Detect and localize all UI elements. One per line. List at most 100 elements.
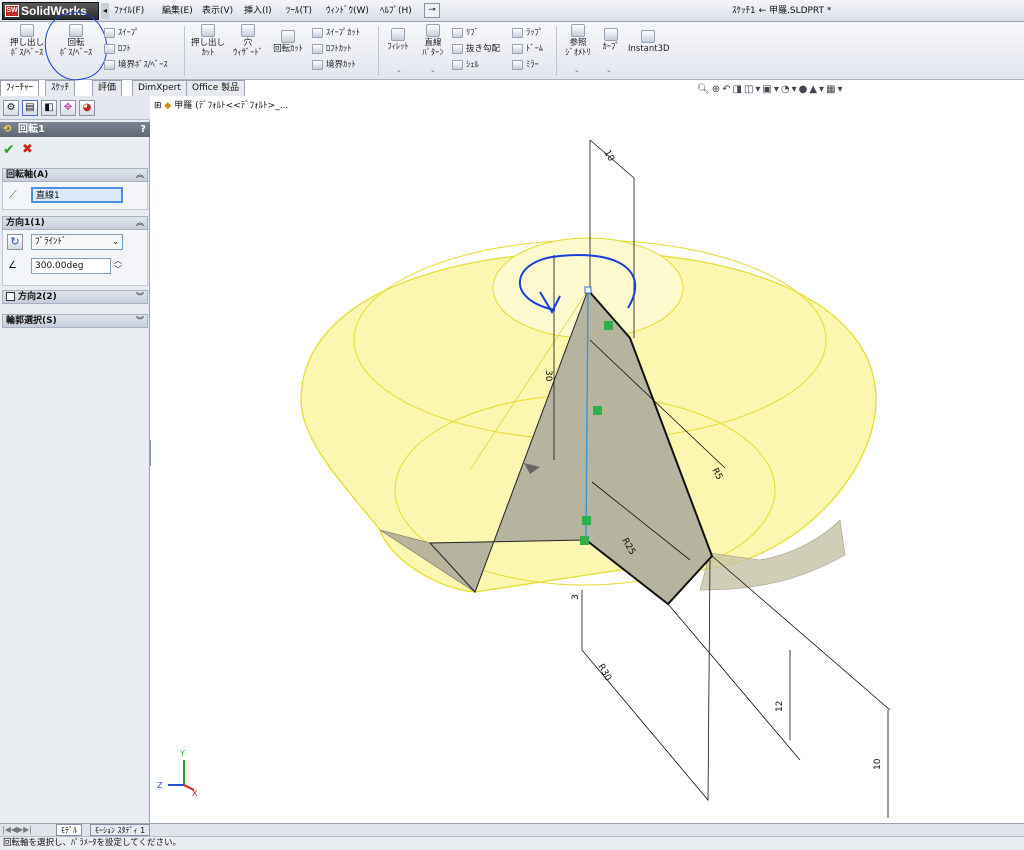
status-bar: 回転軸を選択し、ﾊﾟﾗﾒｰﾀを設定してください。: [0, 836, 1024, 850]
feature-tree-tab-icon[interactable]: ⚙: [3, 100, 19, 116]
feature-title: 回転1: [18, 124, 45, 135]
dimxpert-tab-icon[interactable]: ✥: [60, 100, 76, 116]
angle-input[interactable]: 300.00deg: [31, 258, 111, 274]
fillet-button[interactable]: ﾌｨﾚｯﾄ: [382, 28, 414, 52]
dome-icon: [512, 43, 523, 54]
menu-insert[interactable]: 挿入(I): [240, 0, 276, 22]
lofted-cut-button[interactable]: ﾛﾌﾄｶｯﾄ: [312, 42, 352, 56]
menu-view[interactable]: 表示(V): [198, 0, 237, 22]
expand-plus-icon[interactable]: ⊞: [154, 101, 162, 111]
previous-view-icon: ↶: [722, 84, 733, 95]
wrap-button[interactable]: ﾗｯﾌﾟ: [512, 26, 543, 40]
svg-text:Y: Y: [179, 749, 185, 758]
tab-features[interactable]: ﾌｨｰﾁｬｰ: [0, 80, 40, 97]
swept-cut-button[interactable]: ｽｲｰﾌﾟｶｯﾄ: [312, 26, 360, 40]
fillet-dropdown-icon[interactable]: ⌄: [396, 66, 402, 74]
tab-office-products[interactable]: Office 製品: [186, 80, 246, 96]
shell-icon: [452, 59, 463, 70]
extrude-boss-icon: [20, 24, 34, 37]
mirror-button[interactable]: ﾐﾗｰ: [512, 58, 539, 72]
extrude-cut-button[interactable]: 押し出し ｶｯﾄ: [188, 24, 228, 58]
display-manager-tab-icon[interactable]: ◕: [79, 100, 95, 116]
tab-sketch[interactable]: ｽｹｯﾁ: [45, 80, 76, 96]
reverse-direction-icon[interactable]: ↻: [7, 234, 23, 250]
dim-label: 3: [571, 594, 581, 600]
ribbon-separator: [556, 26, 557, 76]
fillet-icon: [391, 28, 405, 41]
menu-window[interactable]: ｳｨﾝﾄﾞｳ(W): [322, 0, 373, 22]
hole-wizard-button[interactable]: 穴ｳｨｻﾞｰﾄﾞ: [230, 24, 266, 58]
expand-chevron-icon[interactable]: ︾: [136, 291, 144, 303]
wrap-icon: [512, 27, 523, 38]
heads-up-view-toolbar[interactable]: 🔍︎⊕↶◨◫▾▣▾◔▾●▲▾▦▾: [697, 84, 845, 95]
feature-title-bar: ⟲ 回転1 ?: [0, 122, 150, 137]
configuration-tab-icon[interactable]: ◧: [41, 100, 57, 116]
dome-button[interactable]: ﾄﾞｰﾑ: [512, 42, 543, 56]
help-icon[interactable]: ?: [140, 122, 146, 137]
boundary-boss-button[interactable]: 境界ﾎﾞｽ/ﾍﾞｰｽ: [104, 58, 168, 72]
tab-evaluate[interactable]: 評価: [92, 80, 123, 96]
boundary-cut-button[interactable]: 境界ｶｯﾄ: [312, 58, 356, 72]
extrude-cut-icon: [201, 24, 215, 37]
pin-menu-icon[interactable]: ⊸: [424, 3, 440, 18]
loft-button[interactable]: ﾛﾌﾄ: [104, 42, 131, 56]
draft-icon: [452, 43, 463, 54]
direction1-group-header[interactable]: 方向1(1) ︽: [2, 216, 148, 230]
direction2-group-header[interactable]: 方向2(2) ︾: [2, 290, 148, 304]
menu-file[interactable]: ﾌｧｲﾙ(F): [110, 0, 148, 22]
part-name: 甲羅 (ﾃﾞﾌｫﾙﾄ<<ﾃﾞﾌｫﾙﾄ>_...: [174, 101, 289, 111]
zoom-area-icon: ⊕: [711, 84, 723, 95]
expand-chevron-icon[interactable]: ︾: [136, 315, 144, 327]
shell-button[interactable]: ｼｪﾙ: [452, 58, 479, 72]
tab-dimxpert[interactable]: DimXpert: [132, 80, 187, 96]
loft-icon: [104, 43, 115, 54]
rib-button[interactable]: ﾘﾌﾞ: [452, 26, 479, 40]
ribbon-separator: [378, 26, 379, 76]
menu-tools[interactable]: ﾂｰﾙ(T): [282, 0, 316, 22]
direction2-checkbox[interactable]: [6, 292, 15, 301]
instant3d-icon: [641, 30, 655, 43]
draft-button[interactable]: 抜き勾配: [452, 42, 500, 56]
part-icon: ◆: [164, 101, 172, 111]
revolve-cut-button[interactable]: 回転ｶｯﾄ: [268, 30, 308, 54]
cancel-button[interactable]: ✖: [22, 142, 33, 157]
rib-icon: [452, 27, 463, 38]
angle-spinner[interactable]: ︿ ﹀: [114, 256, 122, 274]
menu-help[interactable]: ﾍﾙﾌﾟ(H): [376, 0, 416, 22]
svg-text:X: X: [192, 789, 198, 798]
linear-pattern-button[interactable]: 直線 ﾊﾟﾀｰﾝ: [416, 24, 450, 58]
menu-expand-arrow[interactable]: ◂: [101, 3, 109, 19]
feature-tree-flyout[interactable]: ⊞ ◆ 甲羅 (ﾃﾞﾌｫﾙﾄ<<ﾃﾞﾌｫﾙﾄ>_...: [154, 100, 288, 112]
tab-scroll-arrows-icon[interactable]: |◀◀▶▶|: [2, 825, 32, 834]
ribbon-separator: [184, 26, 185, 76]
lofted-cut-icon: [312, 43, 323, 54]
boundary-cut-icon: [312, 59, 323, 70]
curves-dropdown-icon[interactable]: ⌄: [606, 66, 612, 74]
axis-selection-field[interactable]: 直線1: [31, 187, 123, 203]
tab-model[interactable]: ﾓﾃﾞﾙ: [56, 824, 82, 836]
view-triad: Y Z X: [157, 749, 198, 798]
end-condition-select[interactable]: ﾌﾞﾗｲﾝﾄﾞ ⌄: [31, 234, 123, 250]
curves-button[interactable]: ｶｰﾌﾞ: [598, 28, 624, 52]
sweep-button[interactable]: ｽｲｰﾌﾟ: [104, 26, 139, 40]
section-view-icon: ◨: [732, 84, 744, 95]
axis-group-header[interactable]: 回転軸(A) ︽: [2, 168, 148, 182]
ok-button[interactable]: ✔: [3, 142, 15, 158]
graphics-area[interactable]: 10 30 R5 R25 R30 12 10 3 Y Z X: [151, 96, 1024, 823]
reference-geometry-button[interactable]: 参照 ｼﾞｵﾒﾄﾘ: [560, 24, 596, 58]
dim-label: 10: [601, 149, 616, 164]
scene-icon: ▲▾: [809, 84, 827, 95]
extrude-boss-button[interactable]: 押し出し ﾎﾞｽ/ﾍﾞｰｽ: [6, 24, 48, 58]
line-axis-icon: ⟋: [9, 188, 17, 201]
collapse-chevron-icon[interactable]: ︽: [136, 217, 144, 229]
property-manager-tab-icon[interactable]: ▤: [22, 100, 38, 116]
instant3d-button[interactable]: Instant3D: [628, 30, 670, 54]
menu-edit[interactable]: 編集(E): [158, 0, 197, 22]
contours-group-header[interactable]: 輪郭選択(S) ︾: [2, 314, 148, 328]
ref-geometry-dropdown-icon[interactable]: ⌄: [574, 66, 580, 74]
pattern-dropdown-icon[interactable]: ⌄: [430, 66, 436, 74]
revolve-feature-icon: ⟲: [3, 124, 12, 135]
collapse-chevron-icon[interactable]: ︽: [136, 169, 144, 181]
appearance-icon: ●: [798, 84, 810, 95]
tab-motion-study[interactable]: ﾓｰｼｮﾝ ｽﾀﾃﾞｨ 1: [90, 824, 151, 836]
